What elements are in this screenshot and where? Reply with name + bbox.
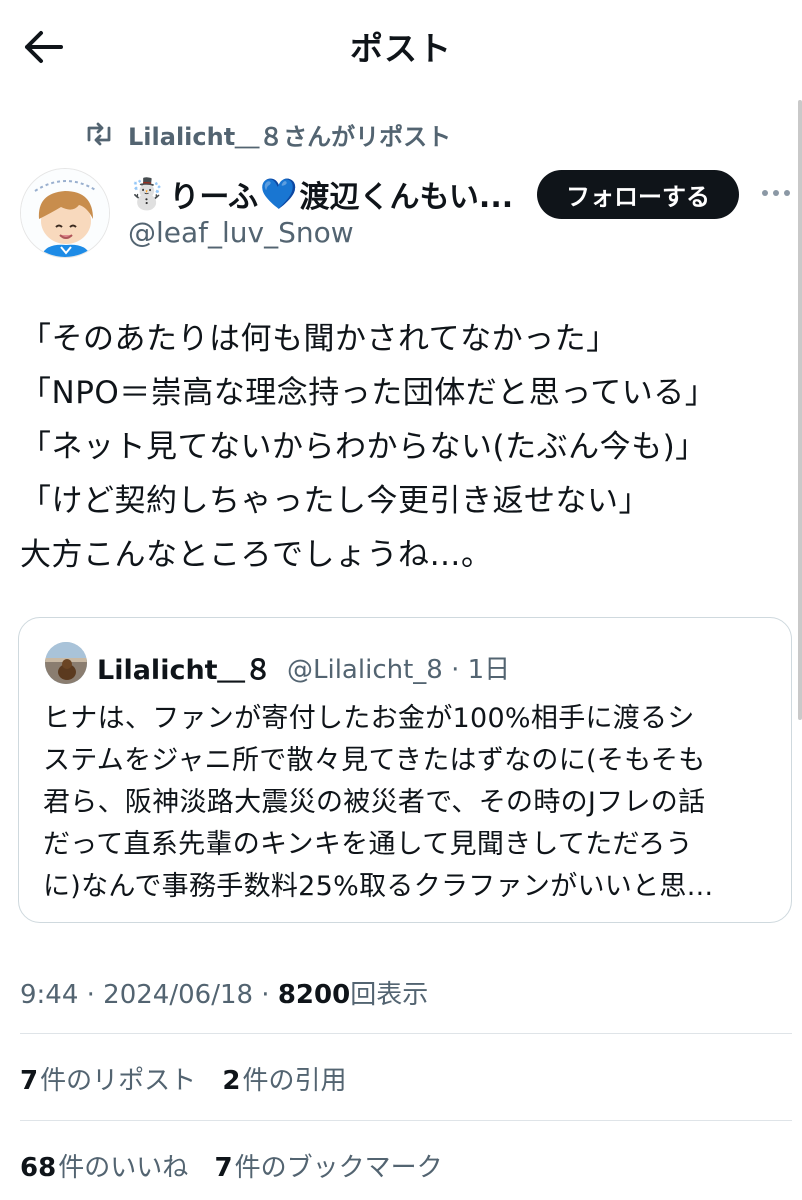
reposts-label: 件のリポスト [40,1066,197,1096]
post-meta: 9:44 · 2024/06/18 · 8200回表示 [20,974,428,1011]
post-line: 「ネット見てないからわからない(たぶん今も)」 [20,429,707,465]
likes-link[interactable]: 68件のいいね [20,1153,188,1183]
reposts-count: 7 [20,1066,39,1096]
scrollbar[interactable] [798,100,802,720]
stats-row-reposts: 7件のリポスト 2件の引用 [20,1060,364,1097]
views-label: 回表示 [350,980,429,1010]
avatar[interactable] [20,168,110,258]
bookmarks-label: 件のブックマーク [234,1153,443,1183]
post-body: 「そのあたりは何も聞かされてなかった」 「NPO＝崇高な理念持った団体だと思って… [20,312,780,582]
repost-banner[interactable]: Lilalicht＿８さんがリポスト [84,117,451,151]
divider [20,1033,792,1034]
quotes-count: 2 [222,1066,241,1096]
dot [784,190,790,196]
bookmarks-link[interactable]: 7件のブックマーク [214,1153,442,1183]
follow-button[interactable]: フォローする [537,170,739,219]
quoted-avatar[interactable] [45,642,87,684]
dot [773,190,779,196]
quoted-line: に)なんで事務手数料25%取るクラファンがいいと思... [43,871,714,902]
stats-row-likes: 68件のいいね 7件のブックマーク [20,1147,461,1184]
quoted-post-card[interactable]: Lilalicht＿８ @Lilalicht_8 · 1日 ヒナは、ファンが寄付… [18,617,792,923]
post-line: 「けど契約しちゃったし今更引き返せない」 [20,483,650,519]
views-count: 8200 [277,980,351,1010]
reposts-link[interactable]: 7件のリポスト [20,1066,196,1096]
page-title: ポスト [350,29,452,68]
snowman-icon: ☃️ [128,176,166,212]
author-handle[interactable]: @leaf_luv_Snow [128,216,354,249]
author-display-name[interactable]: ☃️ りーふ 💙 渡辺くんもい... [128,172,513,216]
quoted-line: ステムをジャニ所で散々見てきたはずなのに(そもそも [43,745,706,776]
quoted-line: だって直系先輩のキンキを通して見聞きしてただろう [43,829,693,860]
post-line: 「そのあたりは何も聞かされてなかった」 [20,321,618,357]
post-line: 「NPO＝崇高な理念持った団体だと思っている」 [20,375,717,411]
likes-count: 68 [20,1153,57,1183]
author-name-part1: りーふ [169,180,259,215]
quoted-author-name: Lilalicht＿８ [97,655,272,686]
author-name-part2: 渡辺くんもい... [299,180,514,215]
quoted-avatar-image [45,642,87,684]
repost-banner-text: Lilalicht＿８さんがリポスト [128,122,452,151]
more-options-icon[interactable] [756,178,796,208]
divider [20,1120,792,1121]
bookmarks-count: 7 [214,1153,233,1183]
quoted-line: ヒナは、ファンが寄付したお金が100%相手に渡るシ [43,703,695,734]
repost-icon [87,122,111,146]
post-line: 大方こんなところでしょうね…。 [20,537,493,573]
top-bar: ポスト [0,0,802,92]
quotes-label: 件の引用 [242,1066,347,1096]
dot [762,190,768,196]
quoted-handle-time: @Lilalicht_8 · 1日 [287,655,511,685]
blue-heart-icon: 💙 [260,176,298,212]
avatar-illustration [21,169,109,257]
quoted-body: ヒナは、ファンが寄付したお金が100%相手に渡るシ ステムをジャニ所で散々見てき… [43,698,787,908]
quotes-link[interactable]: 2件の引用 [222,1066,346,1096]
quoted-line: 君ら、阪神淡路大震災の被災者で、その時のJフレの話 [43,787,706,818]
post-timestamp[interactable]: 9:44 · 2024/06/18 · [20,980,278,1010]
likes-label: 件のいいね [58,1153,189,1183]
